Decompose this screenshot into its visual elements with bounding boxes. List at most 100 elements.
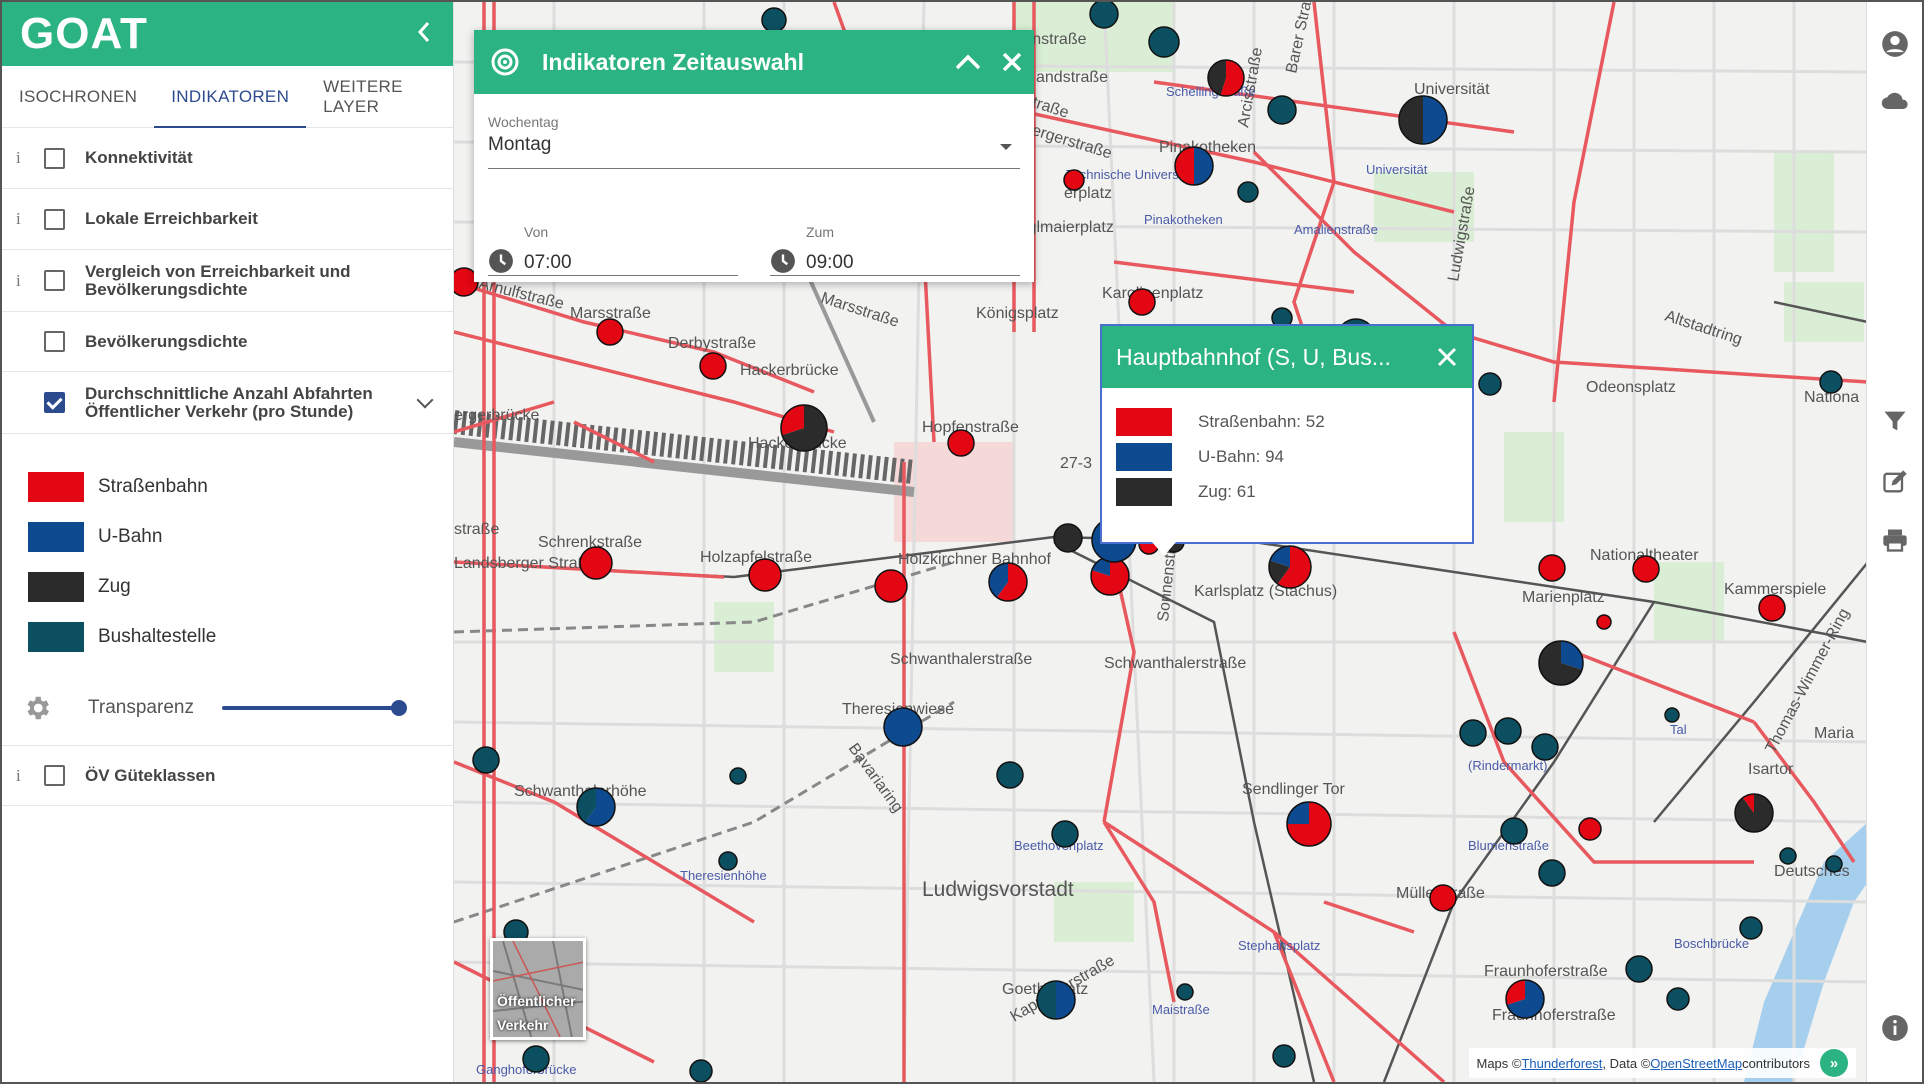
basemap-switcher[interactable]: Öffentlicher Verkehr [490,938,586,1040]
label-isartor: Isartor [1748,761,1794,778]
transit-stop-marker[interactable] [1494,717,1522,745]
transit-stop-marker[interactable] [472,746,500,774]
transit-stop-marker[interactable] [1578,817,1602,841]
transit-stop-marker[interactable] [996,761,1024,789]
transit-stop-marker[interactable] [1596,614,1612,630]
tab-weitere-layer[interactable]: WEITERE LAYER [306,66,453,127]
transit-stop-marker[interactable] [1478,372,1502,396]
transit-stop-marker[interactable] [1090,556,1130,596]
checkbox-konnektivitaet[interactable] [44,147,65,169]
transit-stop-marker[interactable] [1819,370,1843,394]
attribution-toggle-button[interactable]: » [1820,1049,1848,1077]
transit-stop-marker[interactable] [1272,1044,1296,1068]
transit-stop-marker[interactable] [522,1045,550,1073]
transit-stop-marker[interactable] [1267,95,1297,125]
checkbox-abfahrten[interactable] [44,392,65,413]
layer-row-konnektivitaet: i Konnektivität [2,128,453,189]
transit-stop-marker[interactable] [1531,733,1559,761]
transit-stop-marker[interactable] [1207,59,1245,97]
transit-stop-marker[interactable] [780,404,828,452]
transit-stop-marker[interactable] [1505,979,1545,1019]
info-icon[interactable]: i [16,766,30,786]
transit-stop-marker[interactable] [1429,884,1457,912]
thunderforest-link[interactable]: Thunderforest [1521,1056,1602,1071]
transit-stop-marker[interactable] [1500,817,1528,845]
transit-stop-marker[interactable] [1538,554,1566,582]
info-circle-icon[interactable] [1881,1014,1909,1042]
transit-stop-marker[interactable] [1664,707,1680,723]
tab-indikatoren[interactable]: INDIKATOREN [154,66,307,128]
from-time-field[interactable]: Von 07:00 [488,198,738,282]
transit-stop-marker[interactable] [1148,26,1180,58]
close-panel-button[interactable] [990,52,1034,72]
target-icon [491,48,519,76]
transit-stop-marker[interactable] [1666,987,1690,1011]
transit-stop-marker[interactable] [1286,801,1332,847]
transit-stop-marker[interactable] [1398,95,1448,145]
slider-thumb[interactable] [391,699,407,716]
filter-icon[interactable] [1881,407,1909,435]
transit-stop-marker[interactable] [947,429,975,457]
print-icon[interactable] [1881,526,1909,554]
tab-isochronen[interactable]: ISOCHRONEN [2,66,154,127]
popup-row-u-bahn: U-Bahn: 94 [1102,439,1472,474]
transit-stop-marker[interactable] [1825,855,1843,873]
transit-stop-marker[interactable] [1063,169,1085,191]
transit-stop-marker[interactable] [699,352,727,380]
transit-stop-marker[interactable] [1758,594,1786,622]
weekday-select[interactable]: Wochentag Montag [488,114,1020,169]
info-icon[interactable]: i [16,148,30,168]
transit-stop-marker[interactable] [1089,2,1119,29]
gear-icon[interactable] [22,693,52,723]
transit-stop-marker[interactable] [748,558,782,592]
transit-stop-marker[interactable] [874,569,908,603]
transit-stop-marker[interactable] [761,7,787,33]
right-toolbar [1866,2,1922,1082]
transit-stop-marker[interactable] [1128,288,1156,316]
transit-stop-marker[interactable] [576,787,616,827]
collapse-sidebar-button[interactable] [417,19,431,49]
account-icon[interactable] [1881,30,1909,58]
checkbox-vergleich[interactable] [44,270,65,291]
chevron-down-icon[interactable] [416,391,434,408]
openstreetmap-link[interactable]: OpenStreetMap [1650,1056,1742,1071]
transit-stop-marker[interactable] [1237,181,1259,203]
transit-stop-marker[interactable] [1538,640,1584,686]
transit-stop-marker[interactable] [1739,916,1763,940]
transparency-slider[interactable] [222,699,407,716]
transit-stop-marker[interactable] [883,707,923,747]
info-icon[interactable]: i [16,209,30,229]
attribution-prefix: Maps © [1476,1055,1522,1071]
river-isar [1744,822,1868,1082]
transit-stop-marker[interactable] [1036,980,1076,1020]
transit-stop-marker[interactable] [596,318,624,346]
transit-stop-marker[interactable] [1268,545,1312,589]
transit-stop-marker[interactable] [1174,146,1214,186]
from-time-value: 07:00 [524,252,572,273]
transit-stop-marker[interactable] [1459,719,1487,747]
collapse-panel-button[interactable] [946,54,990,70]
checkbox-lokale-erreichbarkeit[interactable] [44,208,65,230]
checkbox-bevoelkerungsdichte[interactable] [44,331,65,352]
to-time-field[interactable]: Zum 09:00 [770,198,1020,282]
transit-stop-marker[interactable] [1538,859,1566,887]
transit-stop-marker[interactable] [1625,955,1653,983]
transit-stop-marker[interactable] [718,851,738,871]
transit-stop-marker[interactable] [689,1059,713,1082]
transit-stop-marker[interactable] [729,767,747,785]
close-icon [1437,347,1457,367]
popup-row-text: U-Bahn: 94 [1198,446,1284,466]
transit-stop-marker[interactable] [1051,820,1079,848]
transit-stop-marker[interactable] [1779,847,1797,865]
transit-stop-marker[interactable] [1053,523,1083,553]
transit-stop-marker[interactable] [1734,793,1774,833]
transit-stop-marker[interactable] [579,546,613,580]
info-icon[interactable]: i [16,271,30,291]
transit-stop-marker[interactable] [1632,555,1660,583]
cloud-icon[interactable] [1881,88,1909,116]
edit-icon[interactable] [1881,468,1909,496]
transit-stop-marker[interactable] [1176,983,1194,1001]
checkbox-oev-gueteklassen[interactable] [44,765,65,786]
transit-stop-marker[interactable] [988,562,1028,602]
popup-close-button[interactable] [1422,347,1472,367]
